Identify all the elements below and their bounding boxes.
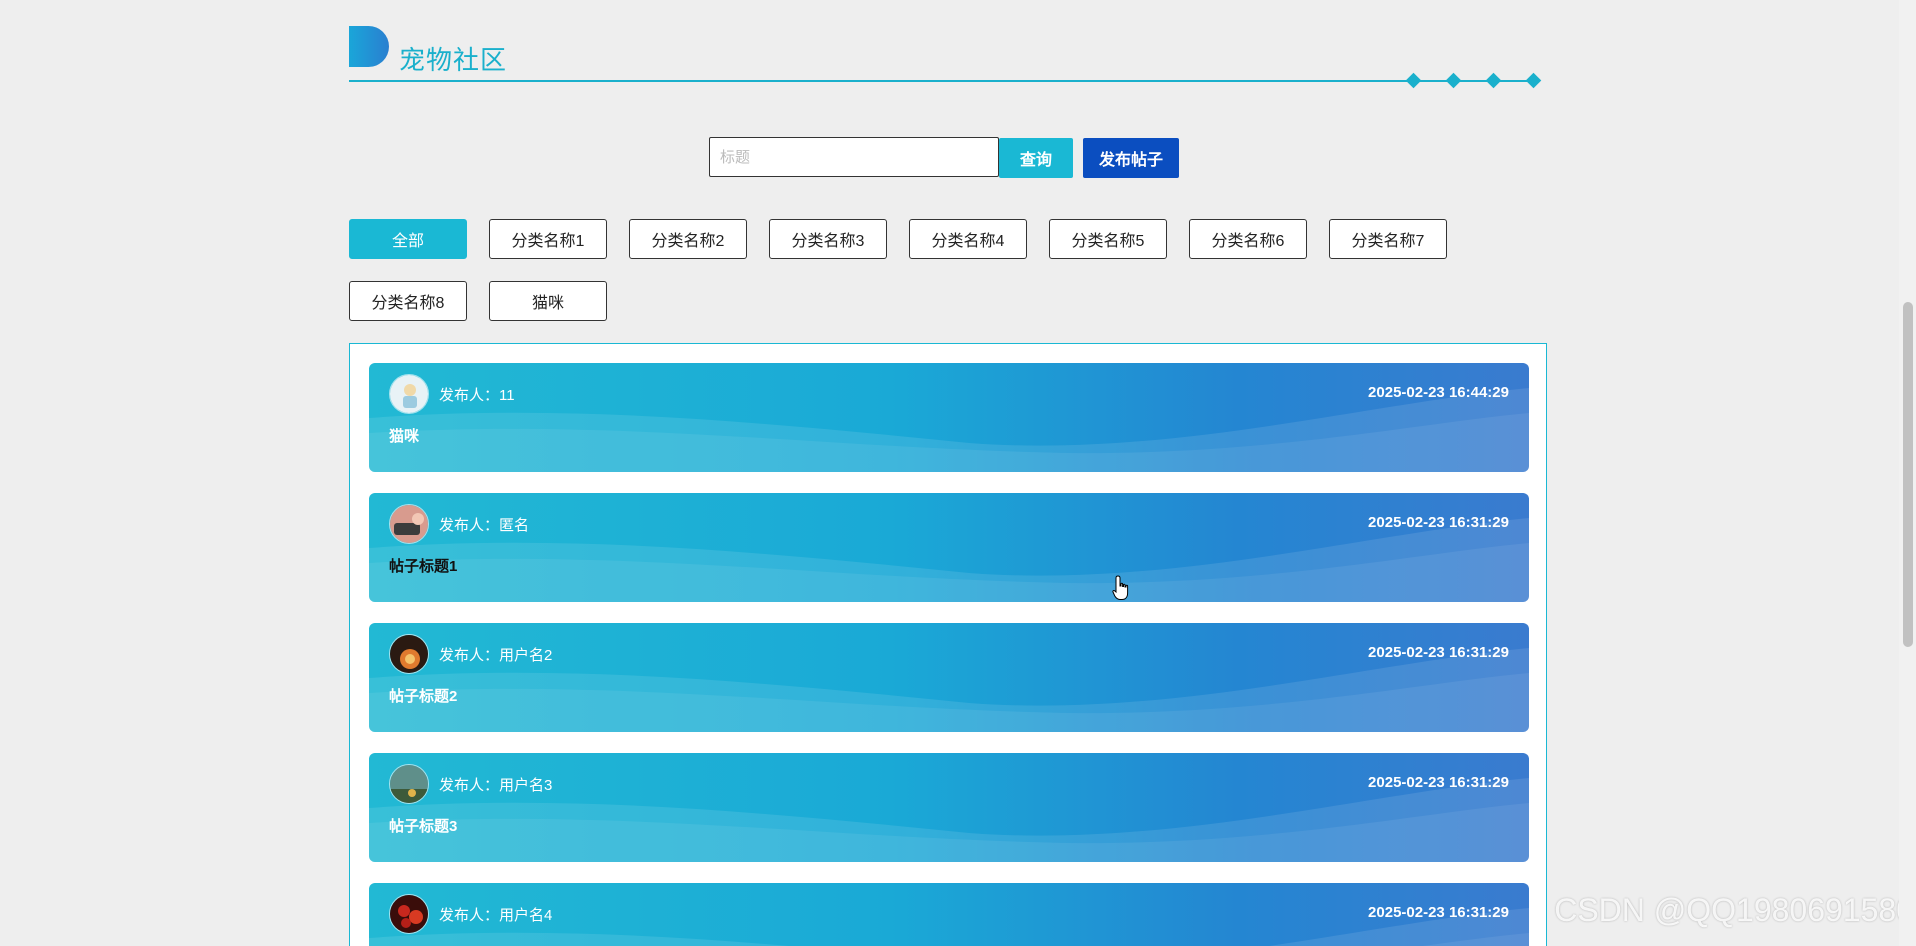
avatar[interactable] [389, 634, 429, 674]
wave-decoration [369, 518, 1529, 602]
category-1[interactable]: 分类名称1 [489, 219, 607, 259]
post-author: 发布人：11 [439, 387, 515, 404]
wave-decoration [369, 778, 1529, 862]
post-card[interactable]: 发布人：用户名2 2025-02-23 16:31:29 帖子标题2 [369, 623, 1529, 732]
page-header: 宠物社区 [349, 26, 1545, 89]
diamond-icon [1525, 72, 1542, 89]
post-time: 2025-02-23 16:31:29 [1368, 644, 1509, 661]
avatar[interactable] [389, 764, 429, 804]
post-time: 2025-02-23 16:31:29 [1368, 514, 1509, 531]
category-all[interactable]: 全部 [349, 219, 467, 259]
post-author: 发布人：匿名 [439, 517, 530, 534]
category-8[interactable]: 分类名称8 [349, 281, 467, 321]
post-time: 2025-02-23 16:31:29 [1368, 774, 1509, 791]
post-author: 发布人：用户名2 [439, 647, 553, 664]
diamond-icon [1445, 72, 1462, 89]
scrollbar-thumb[interactable] [1903, 302, 1913, 647]
post-card[interactable]: 发布人：11 2025-02-23 16:44:29 猫咪 [369, 363, 1529, 472]
category-5[interactable]: 分类名称5 [1049, 219, 1167, 259]
page: 宠物社区 查询 发布帖子 全部 分类名称1 分类名称2 分类名称3 分类名称4 … [0, 0, 1916, 946]
page-title: 宠物社区 [399, 45, 508, 75]
post-title[interactable]: 帖子标题3 [389, 815, 457, 836]
avatar[interactable] [389, 504, 429, 544]
category-2[interactable]: 分类名称2 [629, 219, 747, 259]
logo-icon [349, 26, 389, 67]
category-7[interactable]: 分类名称7 [1329, 219, 1447, 259]
header-divider [349, 80, 1539, 82]
post-card[interactable]: 发布人：用户名4 2025-02-23 16:31:29 [369, 883, 1529, 946]
scrollbar[interactable] [1899, 0, 1916, 946]
category-6[interactable]: 分类名称6 [1189, 219, 1307, 259]
post-title[interactable]: 猫咪 [389, 425, 419, 446]
avatar[interactable] [389, 374, 429, 414]
diamond-icon [1485, 72, 1502, 89]
category-cat[interactable]: 猫咪 [489, 281, 607, 321]
publish-post-button[interactable]: 发布帖子 [1083, 138, 1179, 178]
category-3[interactable]: 分类名称3 [769, 219, 887, 259]
post-list: 发布人：11 2025-02-23 16:44:29 猫咪 发布人：匿名 202… [349, 343, 1547, 946]
post-card[interactable]: 发布人：用户名3 2025-02-23 16:31:29 帖子标题3 [369, 753, 1529, 862]
post-time: 2025-02-23 16:31:29 [1368, 904, 1509, 921]
post-title[interactable]: 帖子标题1 [389, 555, 457, 576]
wave-decoration [369, 648, 1529, 732]
hand-cursor-icon [1112, 575, 1129, 600]
post-author: 发布人：用户名3 [439, 777, 553, 794]
search-input[interactable] [709, 137, 999, 177]
post-card[interactable]: 发布人：匿名 2025-02-23 16:31:29 帖子标题1 [369, 493, 1529, 602]
category-4[interactable]: 分类名称4 [909, 219, 1027, 259]
wave-decoration [369, 388, 1529, 472]
diamond-icon [1405, 72, 1422, 89]
post-author: 发布人：用户名4 [439, 907, 553, 924]
post-time: 2025-02-23 16:44:29 [1368, 384, 1509, 401]
avatar[interactable] [389, 894, 429, 934]
post-title[interactable]: 帖子标题2 [389, 685, 457, 706]
query-button[interactable]: 查询 [999, 138, 1073, 178]
watermark: CSDN @QQ1980691580 [1554, 892, 1914, 928]
